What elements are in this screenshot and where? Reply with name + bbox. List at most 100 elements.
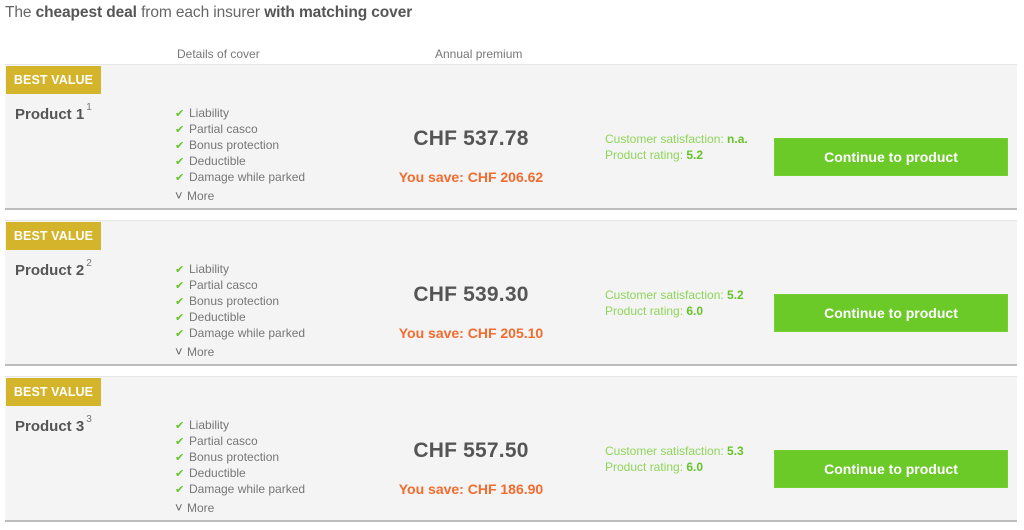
cover-item-label: Liability	[189, 418, 230, 432]
annual-premium: CHF 537.78	[413, 127, 529, 150]
product-name: Product 22	[15, 258, 92, 279]
check-icon: ✔	[175, 484, 185, 496]
cover-item: ✔ Liability	[175, 417, 305, 433]
chevron-down-icon: ˅	[175, 344, 183, 359]
cover-item-label: Liability	[189, 262, 230, 276]
cover-list: ✔ Liability ✔ Partial casco ✔ Bonus protectio…	[175, 105, 305, 204]
product-rating-value: 6.0	[686, 304, 704, 318]
more-toggle[interactable]: ˅ More	[175, 344, 214, 360]
cover-item: ✔ Deductible	[175, 309, 305, 325]
best-value-badge: BEST VALUE	[6, 378, 101, 406]
customer-satisfaction: Customer satisfaction: n.a.	[605, 131, 748, 147]
satisfaction-value: n.a.	[727, 132, 748, 146]
best-value-badge: BEST VALUE	[6, 66, 101, 94]
cover-item-label: Deductible	[189, 154, 246, 168]
cover-item: ✔ Partial casco	[175, 121, 305, 137]
more-label: More	[187, 501, 215, 515]
product-name-label: Product 3	[15, 418, 85, 435]
continue-to-product-button[interactable]: Continue to product	[774, 294, 1008, 332]
cover-item: ✔ Partial casco	[175, 433, 305, 449]
check-icon: ✔	[175, 172, 185, 184]
headline-bold-cheapest: cheapest deal	[35, 4, 137, 21]
savings-amount: You save: CHF 186.90	[398, 481, 544, 497]
product-rating-value: 5.2	[686, 148, 704, 162]
cover-item-label: Deductible	[189, 466, 246, 480]
headline-middle: from each insurer	[136, 4, 265, 21]
satisfaction-label: Customer satisfaction:	[605, 288, 728, 302]
cover-item-label: Deductible	[189, 310, 246, 324]
more-label: More	[187, 189, 215, 203]
continue-to-product-button[interactable]: Continue to product	[774, 138, 1008, 176]
rating-block: Customer satisfaction: n.a. Product rati…	[605, 131, 748, 163]
cover-item: ✔ Liability	[175, 105, 305, 121]
more-toggle[interactable]: ˅ More	[175, 500, 214, 516]
column-header-premium: Annual premium	[435, 47, 523, 61]
product-rating-label: Product rating:	[605, 148, 687, 162]
chevron-down-icon: ˅	[175, 500, 183, 515]
product-rating: Product rating: 6.0	[605, 459, 744, 475]
footnote-marker[interactable]: 3	[86, 414, 92, 425]
cover-item: ✔ Damage while parked	[175, 325, 305, 341]
product-card: BEST VALUE Product 33 ✔ Liability ✔ Partial…	[5, 376, 1017, 522]
check-icon: ✔	[175, 124, 185, 136]
savings-amount: You save: CHF 206.62	[398, 169, 544, 185]
satisfaction-label: Customer satisfaction:	[605, 444, 728, 458]
product-name: Product 11	[15, 102, 92, 123]
cover-item: ✔ Damage while parked	[175, 481, 305, 497]
product-card: BEST VALUE Product 11 ✔ Liability ✔ Partial…	[5, 64, 1017, 210]
cover-list: ✔ Liability ✔ Partial casco ✔ Bonus protectio…	[175, 417, 305, 516]
cover-item: ✔ Partial casco	[175, 277, 305, 293]
product-rating: Product rating: 6.0	[605, 303, 744, 319]
annual-premium: CHF 539.30	[413, 283, 529, 306]
savings-amount: You save: CHF 205.10	[398, 325, 544, 341]
check-icon: ✔	[175, 296, 185, 308]
rating-block: Customer satisfaction: 5.2 Product ratin…	[605, 287, 744, 319]
check-icon: ✔	[175, 280, 185, 292]
check-icon: ✔	[175, 156, 185, 168]
check-icon: ✔	[175, 312, 185, 324]
cover-item: ✔ Bonus protection	[175, 449, 305, 465]
cover-list: ✔ Liability ✔ Partial casco ✔ Bonus protectio…	[175, 261, 305, 360]
annual-premium: CHF 557.50	[413, 439, 529, 462]
cover-item-label: Bonus protection	[189, 294, 280, 308]
check-icon: ✔	[175, 264, 185, 276]
product-rating-value: 6.0	[686, 460, 704, 474]
cover-item-label: Damage while parked	[189, 326, 306, 340]
cover-item-label: Damage while parked	[189, 482, 306, 496]
cover-item-label: Bonus protection	[189, 450, 280, 464]
customer-satisfaction: Customer satisfaction: 5.3	[605, 443, 744, 459]
cover-item-label: Partial casco	[189, 122, 258, 136]
product-name-label: Product 1	[15, 106, 85, 123]
cover-item: ✔ Deductible	[175, 153, 305, 169]
best-value-badge: BEST VALUE	[6, 222, 101, 250]
check-icon: ✔	[175, 108, 185, 120]
chevron-down-icon: ˅	[175, 188, 183, 203]
headline-bold-cover: with matching cover	[264, 4, 413, 21]
headline-prefix: The	[5, 4, 36, 21]
cover-item-label: Liability	[189, 106, 230, 120]
product-rating: Product rating: 5.2	[605, 147, 748, 163]
footnote-marker[interactable]: 1	[86, 102, 92, 113]
check-icon: ✔	[175, 328, 185, 340]
continue-to-product-button[interactable]: Continue to product	[774, 450, 1008, 488]
cover-item: ✔ Bonus protection	[175, 137, 305, 153]
satisfaction-value: 5.3	[727, 444, 744, 458]
customer-satisfaction: Customer satisfaction: 5.2	[605, 287, 744, 303]
cover-item: ✔ Liability	[175, 261, 305, 277]
more-toggle[interactable]: ˅ More	[175, 188, 214, 204]
cover-item: ✔ Damage while parked	[175, 169, 305, 185]
cover-item: ✔ Bonus protection	[175, 293, 305, 309]
satisfaction-label: Customer satisfaction:	[605, 132, 728, 146]
rating-block: Customer satisfaction: 5.3 Product ratin…	[605, 443, 744, 475]
cover-item: ✔ Deductible	[175, 465, 305, 481]
check-icon: ✔	[175, 420, 185, 432]
product-name: Product 33	[15, 414, 92, 435]
satisfaction-value: 5.2	[727, 288, 744, 302]
product-rating-label: Product rating:	[605, 304, 687, 318]
page-headline: The cheapest deal from each insurer with…	[5, 4, 412, 22]
cover-item-label: Partial casco	[189, 434, 258, 448]
check-icon: ✔	[175, 140, 185, 152]
cover-item-label: Damage while parked	[189, 170, 306, 184]
product-rating-label: Product rating:	[605, 460, 687, 474]
footnote-marker[interactable]: 2	[86, 258, 92, 269]
